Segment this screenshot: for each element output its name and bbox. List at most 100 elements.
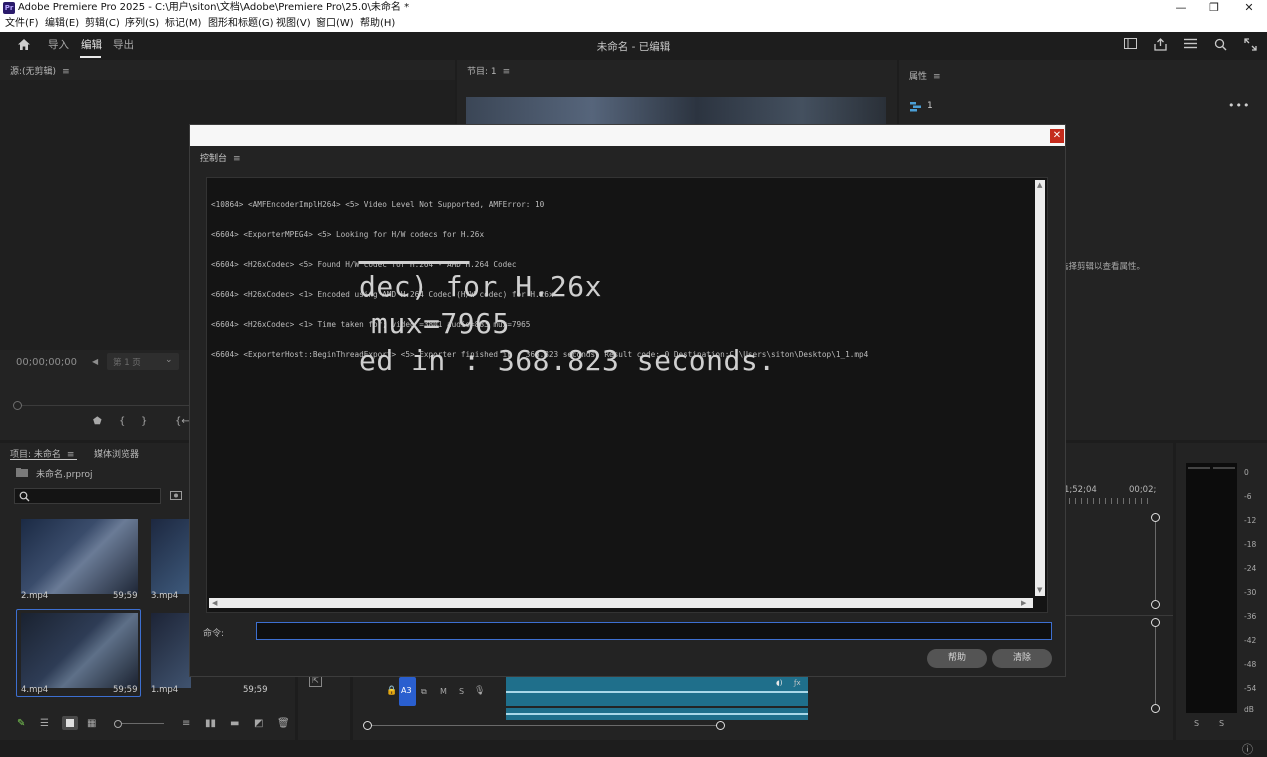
status-bar: ⓘ (0, 740, 1267, 756)
minimize-button[interactable]: — (1164, 0, 1198, 16)
audio-track-scroll-bottom[interactable] (1151, 704, 1160, 713)
clip-thumbnail[interactable] (151, 613, 191, 688)
icon-view-button[interactable] (62, 716, 78, 730)
zoom-slider-handle[interactable] (114, 720, 122, 728)
search-help-icon[interactable] (1212, 38, 1228, 52)
sort-icon[interactable]: ≡ (182, 718, 190, 730)
console-horizontal-scrollbar[interactable]: ◀ ▶ (209, 598, 1033, 608)
clip-name: 2.mp4 (21, 591, 49, 601)
panel-menu-icon[interactable]: ≡ (503, 67, 511, 77)
solo-right-button[interactable]: S (1219, 719, 1224, 728)
share-icon[interactable] (1152, 38, 1168, 52)
search-icon (19, 491, 30, 502)
panel-menu-icon[interactable]: ≡ (233, 154, 241, 164)
source-timecode: 00;00;00;00 (16, 357, 78, 368)
scroll-up-icon[interactable]: ▲ (1037, 181, 1042, 189)
properties-panel-title: 属性 (909, 72, 928, 82)
project-file-name: 未命名.prproj (36, 470, 93, 480)
automate-to-sequence-icon[interactable]: ▮▮ (205, 718, 216, 730)
console-log[interactable]: <10864> <AMFEncoderImplH264> <5> Video L… (206, 177, 1048, 613)
timeline-zoom-start[interactable] (363, 721, 372, 730)
menu-file[interactable]: 文件(F) (5, 17, 39, 31)
meter-scale-label: dB (1244, 705, 1254, 714)
menu-view[interactable]: 视图(V) (276, 17, 311, 31)
panel-menu-icon[interactable]: ≡ (62, 67, 70, 77)
scroll-right-icon[interactable]: ▶ (1021, 599, 1026, 607)
video-track-scroll-top[interactable] (1151, 513, 1160, 522)
new-bin-icon[interactable]: ▬ (230, 718, 239, 730)
clip-name: 1.mp4 (151, 685, 179, 695)
timeline-zoom-end[interactable] (716, 721, 725, 730)
command-label: 命令: (203, 629, 225, 639)
mute-track-button[interactable]: M (440, 687, 447, 696)
page-selector[interactable]: 第 1 页 ⌄ (107, 353, 179, 370)
meter-scale-label: -54 (1244, 684, 1257, 693)
list-view-icon[interactable]: ☰ (40, 718, 49, 730)
new-search-bin-icon[interactable] (170, 490, 182, 500)
clip-duration: 59;59 (113, 591, 138, 601)
meter-scale-label: -6 (1244, 492, 1252, 501)
previous-page-icon[interactable]: ◀ (92, 357, 98, 366)
info-icon[interactable]: ⓘ (1242, 741, 1253, 757)
mark-in-icon[interactable]: { (119, 416, 125, 428)
menu-help[interactable]: 帮助(H) (360, 17, 395, 31)
help-button[interactable]: 帮助 (927, 649, 987, 668)
lock-track-icon[interactable]: 🔒 (386, 685, 397, 697)
dialog-title-bar (190, 125, 1065, 146)
scroll-down-icon[interactable]: ▼ (1037, 586, 1042, 594)
freeform-view-icon[interactable]: ▦ (87, 718, 96, 730)
zoomed-log-line: ed in : 368.823 seconds. (359, 344, 776, 377)
menu-clip[interactable]: 剪辑(C) (85, 17, 120, 31)
menu-markers[interactable]: 标记(M) (165, 17, 201, 31)
command-input[interactable] (256, 622, 1052, 640)
project-search-field[interactable] (14, 488, 161, 504)
clip-thumbnail[interactable] (21, 519, 138, 594)
meter-scale-label: -12 (1244, 516, 1257, 525)
zoom-slider-track[interactable] (122, 723, 164, 724)
sync-lock-icon[interactable]: ⧉ (421, 686, 427, 698)
fullscreen-icon[interactable] (1242, 38, 1258, 52)
clip-thumbnail[interactable] (21, 613, 138, 688)
menu-graphics[interactable]: 图形和标题(G) (208, 17, 274, 31)
voiceover-record-icon[interactable]: 🎙 (474, 685, 485, 697)
audio-clip[interactable]: ◖) ƒx (506, 677, 808, 706)
new-item-icon[interactable]: ◩ (254, 718, 263, 730)
close-window-button[interactable]: ✕ (1232, 0, 1266, 16)
clear-button[interactable]: 清除 (992, 649, 1052, 668)
mark-out-icon[interactable]: } (141, 416, 147, 428)
timeline-zoom-bar[interactable] (372, 725, 717, 726)
menu-window[interactable]: 窗口(W) (316, 17, 354, 31)
workspace-layout-icon[interactable] (1122, 38, 1138, 52)
workspace-header: 导入 编辑 导出 未命名 - 已编辑 (0, 32, 1267, 59)
active-tab-indicator (80, 56, 101, 58)
audio-track-scrollbar[interactable] (1155, 627, 1156, 705)
clip-thumbnail[interactable] (151, 519, 191, 594)
solo-track-button[interactable]: S (459, 687, 464, 696)
tab-media-browser[interactable]: 媒体浏览器 (94, 447, 139, 460)
menu-sequence[interactable]: 序列(S) (125, 17, 159, 31)
trash-icon[interactable]: 🗑 (277, 718, 290, 730)
more-options-icon[interactable]: ••• (1228, 99, 1250, 112)
menu-edit[interactable]: 编辑(E) (45, 17, 79, 31)
add-marker-icon[interactable]: ⬟ (93, 416, 102, 428)
workspaces-menu-icon[interactable] (1182, 38, 1198, 52)
dialog-close-button[interactable]: ✕ (1050, 129, 1064, 143)
meter-scale-label: -36 (1244, 612, 1257, 621)
panel-menu-icon[interactable]: ≡ (933, 72, 941, 82)
source-timeline-ruler (22, 405, 192, 406)
scroll-left-icon[interactable]: ◀ (212, 599, 217, 607)
audio-clip[interactable] (506, 708, 808, 720)
pencil-icon[interactable]: ✎ (17, 718, 25, 730)
premiere-app-icon: Pr (3, 2, 15, 14)
video-track-scroll-bottom[interactable] (1151, 600, 1160, 609)
video-track-scrollbar[interactable] (1155, 522, 1156, 601)
solo-left-button[interactable]: S (1194, 719, 1199, 728)
console-vertical-scrollbar[interactable]: ▲ ▼ (1035, 180, 1045, 596)
log-line: <6604> <H26xCodec> <1> Time taken for; v… (211, 320, 531, 329)
maximize-button[interactable]: ❐ (1197, 0, 1231, 16)
track-a3-target[interactable]: A3 (399, 677, 416, 706)
meter-scale-label: 0 (1244, 468, 1249, 477)
source-playhead[interactable] (13, 401, 22, 410)
go-to-in-icon[interactable]: {← (175, 416, 190, 428)
audio-track-scroll-top[interactable] (1151, 618, 1160, 627)
